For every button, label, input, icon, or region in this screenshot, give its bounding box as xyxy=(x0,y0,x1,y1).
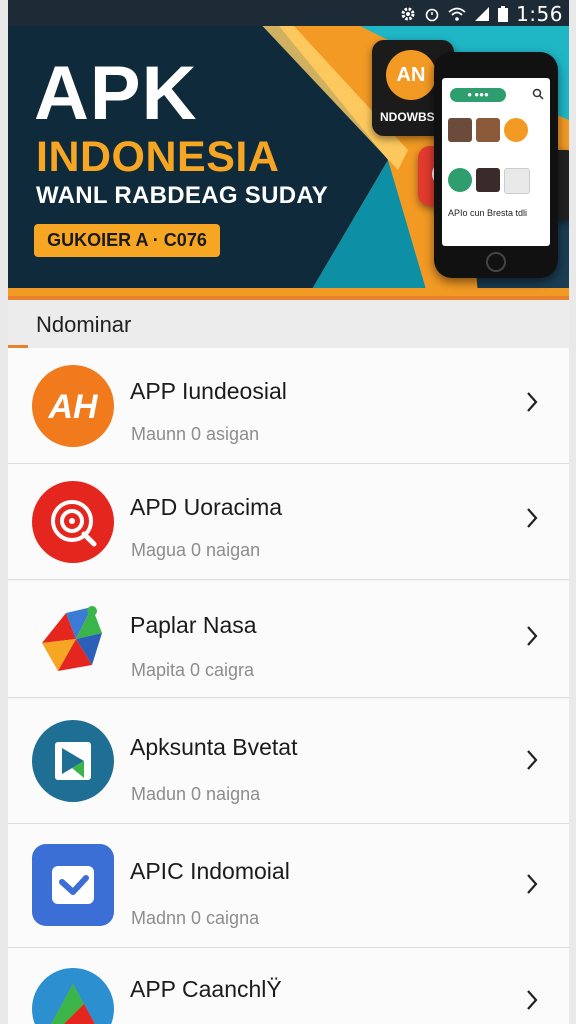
chevron-right-icon xyxy=(527,626,538,646)
app-list-item[interactable]: AH APP Iundeosial Maunn 0 asigan xyxy=(8,348,569,464)
app-subtitle: Magua 0 naigan xyxy=(131,540,261,560)
banner-subtitle: INDONESIA xyxy=(36,133,280,181)
banner-tagline: WANL RABDEAG SUDAY xyxy=(36,182,329,209)
chevron-right-icon xyxy=(527,750,538,770)
app-list-item[interactable]: APIC Indomoial Madnn 0 caigna xyxy=(8,824,569,948)
signal-icon xyxy=(474,6,490,22)
phone-thumb xyxy=(476,118,500,142)
app-title: Paplar Nasa xyxy=(130,612,257,638)
app-title: APP Iundeosial xyxy=(130,378,287,404)
banner-badge[interactable]: GUKOIER A · C076 xyxy=(34,224,220,257)
phone-thumb xyxy=(476,168,500,192)
phone-thumb xyxy=(504,168,530,194)
ah-logo-icon: AH xyxy=(32,365,114,447)
app-title: Apksunta Bvetat xyxy=(130,734,298,760)
colorful-puzzle-icon xyxy=(42,606,102,671)
phone-home-button xyxy=(486,252,506,272)
app-title: APP CaanchlŸ xyxy=(130,976,282,1002)
phone-caption: APIo cun Bresta tdli xyxy=(448,208,528,218)
app-subtitle: Madnn 0 caigna xyxy=(131,908,260,928)
ah-logo-text: AH xyxy=(47,388,99,426)
app-screen: APK INDONESIA WANL RABDEAG SUDAY GUKOIER… xyxy=(8,0,569,1024)
banner-title: APK xyxy=(34,51,198,136)
phone-thumb xyxy=(448,168,472,192)
app-title: APIC Indomoial xyxy=(130,858,290,884)
wifi-icon xyxy=(448,6,466,22)
app-list-item[interactable]: Paplar Nasa Mapita 0 caigra xyxy=(8,582,569,698)
chevron-right-icon xyxy=(527,874,538,894)
clock: 1:56 xyxy=(516,2,563,26)
chevron-right-icon xyxy=(527,392,538,412)
phone-thumb xyxy=(448,118,472,142)
section-title: Ndominar xyxy=(36,312,132,337)
triangle-logo-icon xyxy=(32,968,114,1024)
app-subtitle: Madun 0 naigna xyxy=(131,784,261,804)
app-title: APD Uoracima xyxy=(130,494,283,520)
battery-icon xyxy=(498,6,509,22)
floating-app-label: NDOWBS xyxy=(380,110,435,124)
checkmark-badge-icon xyxy=(32,844,114,926)
status-bar: 1:56 xyxy=(8,0,569,26)
spiral-lens-icon xyxy=(32,481,114,563)
app-list-item[interactable]: APD Uoracima Magua 0 naigan xyxy=(8,464,569,580)
alarm-icon xyxy=(424,6,440,22)
chevron-right-icon xyxy=(527,990,538,1010)
status-icons: 1:56 xyxy=(400,2,563,26)
play-music-icon xyxy=(32,720,114,802)
phone-thumb xyxy=(504,118,528,142)
app-subtitle: Mapita 0 caigra xyxy=(131,660,255,680)
app-subtitle: Maunn 0 asigan xyxy=(131,424,260,444)
floating-app-logo: AN xyxy=(386,50,436,100)
promo-banner[interactable]: APK INDONESIA WANL RABDEAG SUDAY GUKOIER… xyxy=(8,0,569,296)
settings-icon xyxy=(400,6,416,22)
app-list-item[interactable]: Apksunta Bvetat Madun 0 naigna xyxy=(8,700,569,824)
phone-screen: ● ●●● APIo cun Bresta tdli xyxy=(442,78,550,246)
app-list-item[interactable]: APP CaanchlŸ xyxy=(8,948,569,1024)
phone-pill: ● ●●● xyxy=(450,88,506,102)
phone-mockup: ● ●●● APIo cun Bresta tdli xyxy=(434,52,558,278)
search-icon xyxy=(532,88,544,100)
chevron-right-icon xyxy=(527,508,538,528)
section-header: Ndominar xyxy=(8,296,569,348)
